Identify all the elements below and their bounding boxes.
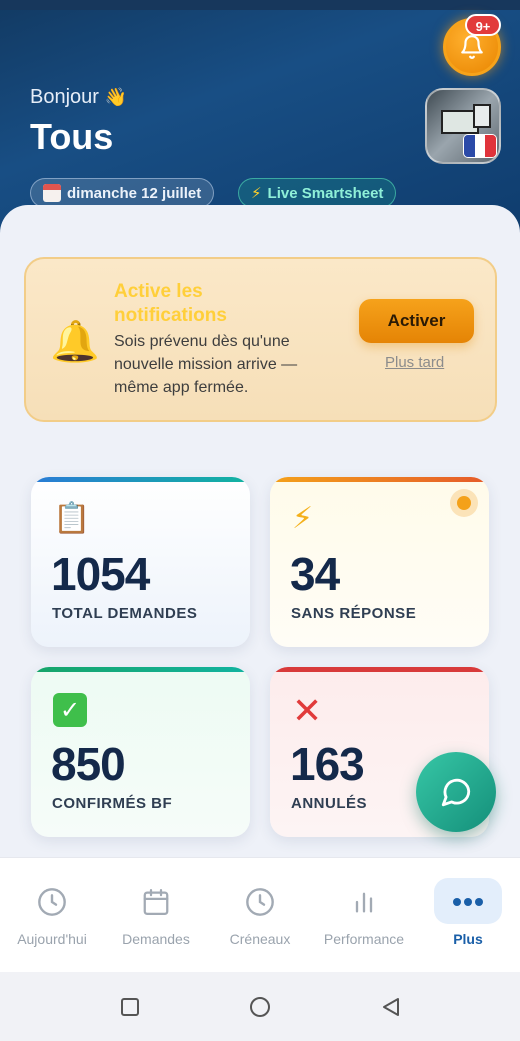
avatar-screen-secondary xyxy=(473,104,491,128)
stat-value: 1054 xyxy=(51,548,150,600)
stat-label: SANS RÉPONSE xyxy=(291,605,417,622)
stat-value: 163 xyxy=(290,738,365,790)
nav-item-label: Performance xyxy=(323,931,405,947)
date-chip-label: dimanche 12 juillet xyxy=(67,184,202,202)
stat-card-total[interactable]: 📋 1054 TOTAL DEMANDES xyxy=(31,477,250,647)
date-chip: dimanche 12 juillet xyxy=(30,178,215,208)
nav-item-label: Créneaux xyxy=(229,931,291,947)
greeting: Bonjour 👋 xyxy=(30,86,127,109)
notification-prompt-title: Active les notifications xyxy=(114,281,227,326)
calendar-icon xyxy=(43,184,61,202)
lightning-icon: ⚡ xyxy=(292,501,314,536)
nav-item-more[interactable]: Plus xyxy=(416,858,520,973)
card-accent-bar xyxy=(31,667,250,672)
pulse-dot-icon xyxy=(450,489,478,517)
activate-button[interactable]: Activer xyxy=(359,299,474,343)
back-icon[interactable] xyxy=(380,996,402,1018)
card-accent-bar xyxy=(270,667,489,672)
notification-badge: 9+ xyxy=(465,14,501,36)
live-chip-label: Live Smartsheet xyxy=(267,184,384,202)
bell-icon xyxy=(461,35,483,59)
wave-icon: 👋 xyxy=(104,87,127,108)
status-strip xyxy=(0,0,520,10)
nav-item-label: Plus xyxy=(453,931,483,947)
chat-icon xyxy=(441,778,471,807)
card-accent-bar xyxy=(31,477,250,482)
bell-icon: 🔔 xyxy=(50,319,100,365)
stat-value: 850 xyxy=(51,738,126,790)
nav-item-performance[interactable]: Performance xyxy=(312,858,416,973)
lightning-icon: ⚡ xyxy=(251,184,262,202)
check-icon: ✓ xyxy=(53,693,87,727)
clock-icon xyxy=(32,884,72,920)
stat-card-confirmed[interactable]: ✓ 850 CONFIRMÉS BF xyxy=(31,667,250,837)
later-link[interactable]: Plus tard xyxy=(385,354,444,371)
system-nav-bar xyxy=(0,972,520,1041)
clipboard-icon: 📋 xyxy=(53,501,91,536)
greeting-text: Bonjour xyxy=(30,86,99,108)
stat-card-no-response[interactable]: ⚡ 34 SANS RÉPONSE xyxy=(270,477,489,647)
card-accent-bar xyxy=(270,477,489,482)
page-title: Tous xyxy=(30,116,114,157)
nav-item-requests[interactable]: Demandes xyxy=(104,858,208,973)
more-icon xyxy=(448,884,488,920)
chat-button[interactable] xyxy=(416,752,496,832)
calendar-icon xyxy=(136,884,176,920)
stat-label: ANNULÉS xyxy=(291,795,368,812)
recents-icon[interactable] xyxy=(120,997,140,1017)
stat-label: CONFIRMÉS BF xyxy=(52,795,173,812)
notification-prompt-text: Sois prévenu dès qu'une nouvelle mission… xyxy=(114,333,298,396)
nav-item-label: Demandes xyxy=(122,931,190,947)
live-chip: ⚡ Live Smartsheet xyxy=(238,178,397,208)
clock-icon xyxy=(240,884,280,920)
home-icon[interactable] xyxy=(249,996,271,1018)
stat-value: 34 xyxy=(290,548,340,600)
french-flag-icon xyxy=(463,134,497,158)
nav-item-label: Aujourd'hui xyxy=(17,931,87,947)
nav-item-slots[interactable]: Créneaux xyxy=(208,858,312,973)
nav-item-today[interactable]: Aujourd'hui xyxy=(0,858,104,973)
bar-chart-icon xyxy=(344,884,384,920)
cross-icon: ✕ xyxy=(292,691,323,732)
bottom-nav: Aujourd'hui Demandes Créneaux Performanc… xyxy=(0,857,520,972)
stat-label: TOTAL DEMANDES xyxy=(52,605,198,622)
